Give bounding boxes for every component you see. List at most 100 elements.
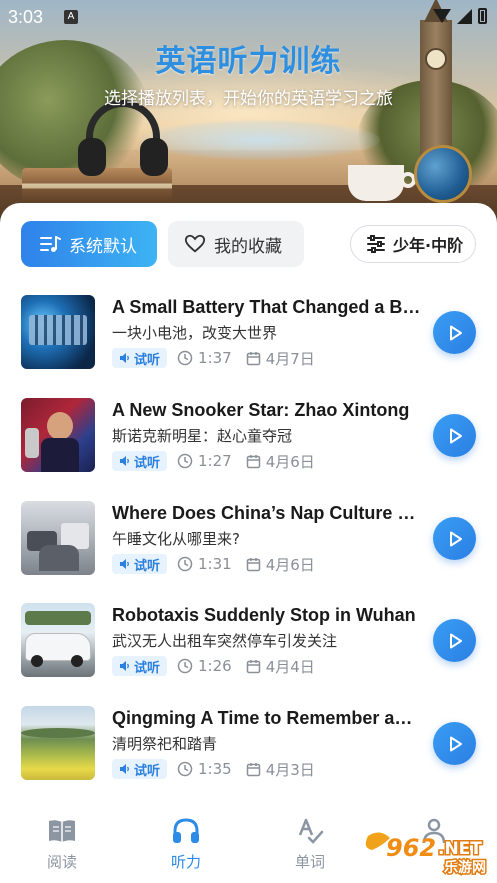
thumbnail-nap	[21, 501, 95, 575]
list-item-meta: 试听 1:37 4月7日	[112, 347, 315, 369]
status-bar: 3:03 A	[0, 0, 497, 34]
duration: 1:27	[177, 452, 232, 470]
play-button[interactable]	[433, 517, 476, 560]
site-watermark: 962 .NET 乐游网	[360, 826, 497, 878]
page-title: 英语听力训练	[155, 44, 342, 79]
play-button[interactable]	[433, 619, 476, 662]
list-item-title: A New Snooker Star: Zhao Xintong	[112, 400, 410, 420]
wifi-icon	[433, 9, 451, 23]
speaker-icon	[120, 661, 129, 671]
play-icon	[449, 736, 462, 751]
clock-icon	[177, 350, 193, 366]
heart-icon	[184, 233, 206, 255]
list-item[interactable]: A New Snooker Star: Zhao Xintong 斯诺克新明星：…	[0, 398, 497, 478]
thumbnail-qingming	[21, 706, 95, 780]
tab-system-default[interactable]: 系统默认	[21, 221, 157, 267]
tab-favorites[interactable]: 我的收藏	[168, 221, 304, 267]
list-item-meta: 试听 1:31 4月6日	[112, 553, 315, 575]
speaker-icon	[120, 764, 129, 774]
duration: 1:35	[177, 760, 232, 778]
list-item-meta: 试听 1:35 4月3日	[112, 758, 315, 780]
coffee-cup	[348, 165, 404, 201]
nav-item-read[interactable]: 阅读	[22, 817, 102, 872]
thumbnail-robotaxi	[21, 603, 95, 677]
book-icon	[47, 817, 77, 845]
thumbnail-snooker	[21, 398, 95, 472]
trial-badge: 试听	[112, 451, 168, 471]
headphones-illustration	[78, 100, 168, 180]
nav-item-words[interactable]: 单词	[270, 817, 350, 872]
list-item-meta: 试听 1:27 4月6日	[112, 450, 315, 472]
list-item-title: Where Does China’s Nap Culture Come From	[112, 503, 422, 523]
status-time: 3:03	[8, 7, 44, 27]
calendar-icon	[246, 454, 260, 468]
headphones-icon	[171, 817, 201, 845]
play-button[interactable]	[433, 311, 476, 354]
list-item-title: Qingming A Time to Remember and Reflect	[112, 708, 422, 728]
spellcheck-icon	[295, 817, 325, 845]
playlist-icon	[39, 233, 61, 255]
publish-date: 4月6日	[246, 451, 315, 472]
sliders-icon	[367, 235, 385, 253]
calendar-icon	[246, 659, 260, 673]
list-item-title: Robotaxis Suddenly Stop in Wuhan	[112, 605, 416, 625]
signal-icon	[457, 8, 472, 24]
trial-badge: 试听	[112, 759, 168, 779]
battery-icon	[478, 8, 487, 24]
thumbnail-battery	[21, 295, 95, 369]
duration: 1:26	[177, 657, 232, 675]
globe-illustration	[414, 145, 472, 203]
publish-date: 4月7日	[246, 348, 315, 369]
play-icon	[449, 633, 462, 648]
clock-icon	[177, 761, 193, 777]
speaker-icon	[120, 456, 129, 466]
nav-listen-label: 听力	[170, 853, 201, 871]
calendar-icon	[246, 762, 260, 776]
svg-text:乐游网: 乐游网	[444, 859, 486, 876]
svg-text:.NET: .NET	[438, 839, 482, 859]
list-item-subtitle: 武汉无人出租车突然停车引发关注	[112, 632, 338, 650]
publish-date: 4月6日	[246, 554, 315, 575]
calendar-icon	[246, 557, 260, 571]
list-item-subtitle: 一块小电池，改变大世界	[112, 324, 278, 342]
nav-item-listen[interactable]: 听力	[146, 817, 226, 872]
play-button[interactable]	[433, 414, 476, 457]
list-item-subtitle: 午睡文化从哪里来?	[112, 530, 240, 548]
play-button[interactable]	[433, 722, 476, 765]
page-subtitle: 选择播放列表，开始你的英语学习之旅	[104, 89, 393, 109]
list-item[interactable]: Where Does China’s Nap Culture Come From…	[0, 501, 497, 581]
nav-read-label: 阅读	[46, 853, 77, 871]
river	[140, 120, 380, 160]
list-item[interactable]: A Small Battery That Changed a Bigger Wo…	[0, 295, 497, 375]
level-filter-label: 少年·中阶	[393, 236, 464, 255]
speaker-icon	[120, 353, 129, 363]
tab-favorites-label: 我的收藏	[214, 236, 282, 257]
publish-date: 4月3日	[246, 759, 315, 780]
list-item[interactable]: Robotaxis Suddenly Stop in Wuhan 武汉无人出租车…	[0, 603, 497, 683]
list-item-meta: 试听 1:26 4月4日	[112, 655, 315, 677]
list-item[interactable]: Qingming A Time to Remember and Reflect …	[0, 706, 497, 786]
speaker-icon	[120, 559, 129, 569]
list-item-subtitle: 斯诺克新明星：赵心童夺冠	[112, 427, 293, 445]
list-item-subtitle: 清明祭祀和踏青	[112, 735, 218, 753]
play-icon	[449, 428, 462, 443]
calendar-icon	[246, 351, 260, 365]
playlist-tabs: 系统默认 我的收藏 少年·中阶	[0, 221, 497, 267]
nav-words-label: 单词	[294, 853, 325, 871]
clock-icon	[177, 658, 193, 674]
tab-system-default-label: 系统默认	[69, 236, 137, 257]
play-icon	[449, 325, 462, 340]
duration: 1:31	[177, 555, 232, 573]
svg-text:962: 962	[386, 834, 436, 862]
trial-badge: 试听	[112, 656, 168, 676]
clock-icon	[177, 453, 193, 469]
duration: 1:37	[177, 349, 232, 367]
level-filter-button[interactable]: 少年·中阶	[350, 225, 476, 263]
publish-date: 4月4日	[246, 656, 315, 677]
app-notification-icon: A	[64, 10, 78, 24]
clock-icon	[177, 556, 193, 572]
trial-badge: 试听	[112, 348, 168, 368]
play-icon	[449, 531, 462, 546]
list-item-title: A Small Battery That Changed a Bigger Wo…	[112, 297, 422, 317]
trial-badge: 试听	[112, 554, 168, 574]
